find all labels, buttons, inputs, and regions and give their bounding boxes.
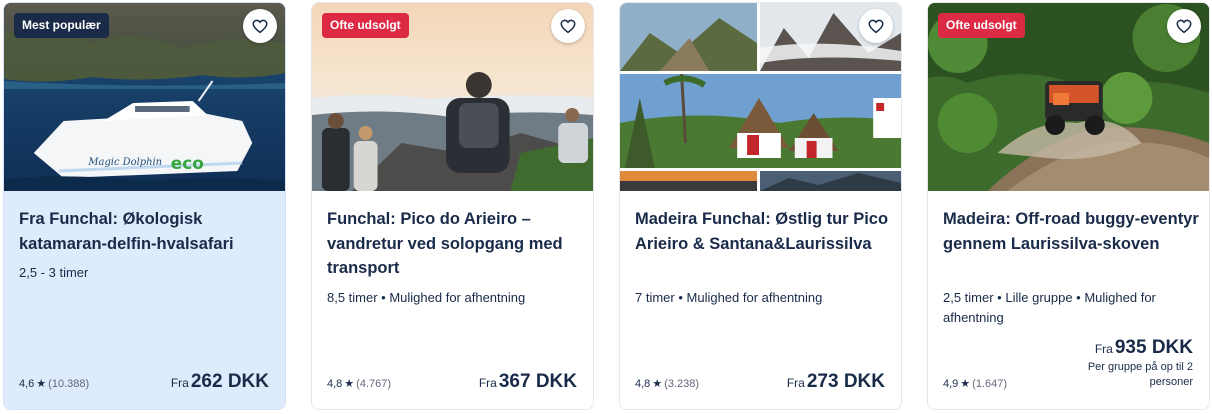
activity-details: 8,5 timer • Mulighed for afhentning [327,290,526,305]
activity-title[interactable]: Fra Funchal: Økologisk katamaran-delfin-… [19,207,277,256]
wishlist-button[interactable] [243,9,277,43]
rating-value: 4,8 [327,377,343,390]
price: Fra 367 DKK [479,371,577,393]
boat-name-text: Magic Dolphin [87,157,162,168]
price-amount: 273 DKK [806,371,885,392]
heart-icon [868,19,884,34]
badge-often-sold-out: Ofte udsolgt [322,13,409,38]
price-prefix: Fra [1094,342,1113,356]
price: Fra 262 DKK [171,371,269,393]
wishlist-button[interactable] [551,9,585,43]
price: Fra 935 DKK [1095,337,1193,359]
star-icon: ★ [344,378,355,390]
review-count: (4.767) [356,377,392,390]
rating: 4,8 ★ (3.238) [635,377,700,391]
rating-value: 4,8 [635,377,651,390]
price: Fra 273 DKK [787,371,885,393]
rating: 4,6 ★ (10.388) [19,377,90,391]
heart-icon [252,19,268,34]
activity-card[interactable]: Ofte udsolgt Madeira: Off-road buggy-eve… [927,2,1210,410]
price-amount: 935 DKK [1114,337,1193,358]
heart-icon [560,19,576,34]
activity-title[interactable]: Madeira Funchal: Østlig tur Pico Arieiro… [635,207,893,256]
activity-details: 7 timer • Mulighed for afhentning [635,290,823,305]
activity-title[interactable]: Madeira: Off-road buggy-eventyr gennem L… [943,207,1201,256]
rating-value: 4,6 [19,377,35,390]
activity-title[interactable]: Funchal: Pico do Arieiro – vandretur ved… [327,207,585,281]
rating: 4,8 ★ (4.767) [327,377,392,391]
star-icon: ★ [960,378,971,390]
activity-card[interactable]: Magic Dolphin eco Mest populær Fra Funch… [3,2,286,410]
price-prefix: Fra [786,376,805,390]
activity-duration: 2,5 - 3 timer [19,265,89,280]
star-icon: ★ [36,378,47,390]
price-amount: 367 DKK [498,371,577,392]
price-prefix: Fra [170,376,189,390]
wishlist-button[interactable] [1167,9,1201,43]
activity-card-grid: Magic Dolphin eco Mest populær Fra Funch… [3,2,1210,410]
rating: 4,9 ★ (1.647) [943,377,1008,391]
activity-details: 2,5 timer • Lille gruppe • Mulighed for … [943,290,1156,325]
star-icon: ★ [652,378,663,390]
review-count: (10.388) [48,377,90,390]
heart-icon [1176,19,1192,34]
rating-value: 4,9 [943,377,959,390]
review-count: (3.238) [664,377,700,390]
eco-logo: eco [171,153,204,173]
price-amount: 262 DKK [190,371,269,392]
review-count: (1.647) [972,377,1008,390]
activity-card[interactable]: Ofte udsolgt Funchal: Pico do Arieiro – … [311,2,594,410]
activity-card[interactable]: Madeira Funchal: Østlig tur Pico Arieiro… [619,2,902,410]
badge-often-sold-out: Ofte udsolgt [938,13,1025,38]
price-prefix: Fra [478,376,497,390]
badge-most-popular: Mest populær [14,13,109,38]
wishlist-button[interactable] [859,9,893,43]
price-group-note: Per gruppe på op til 2 personer [1087,361,1193,388]
